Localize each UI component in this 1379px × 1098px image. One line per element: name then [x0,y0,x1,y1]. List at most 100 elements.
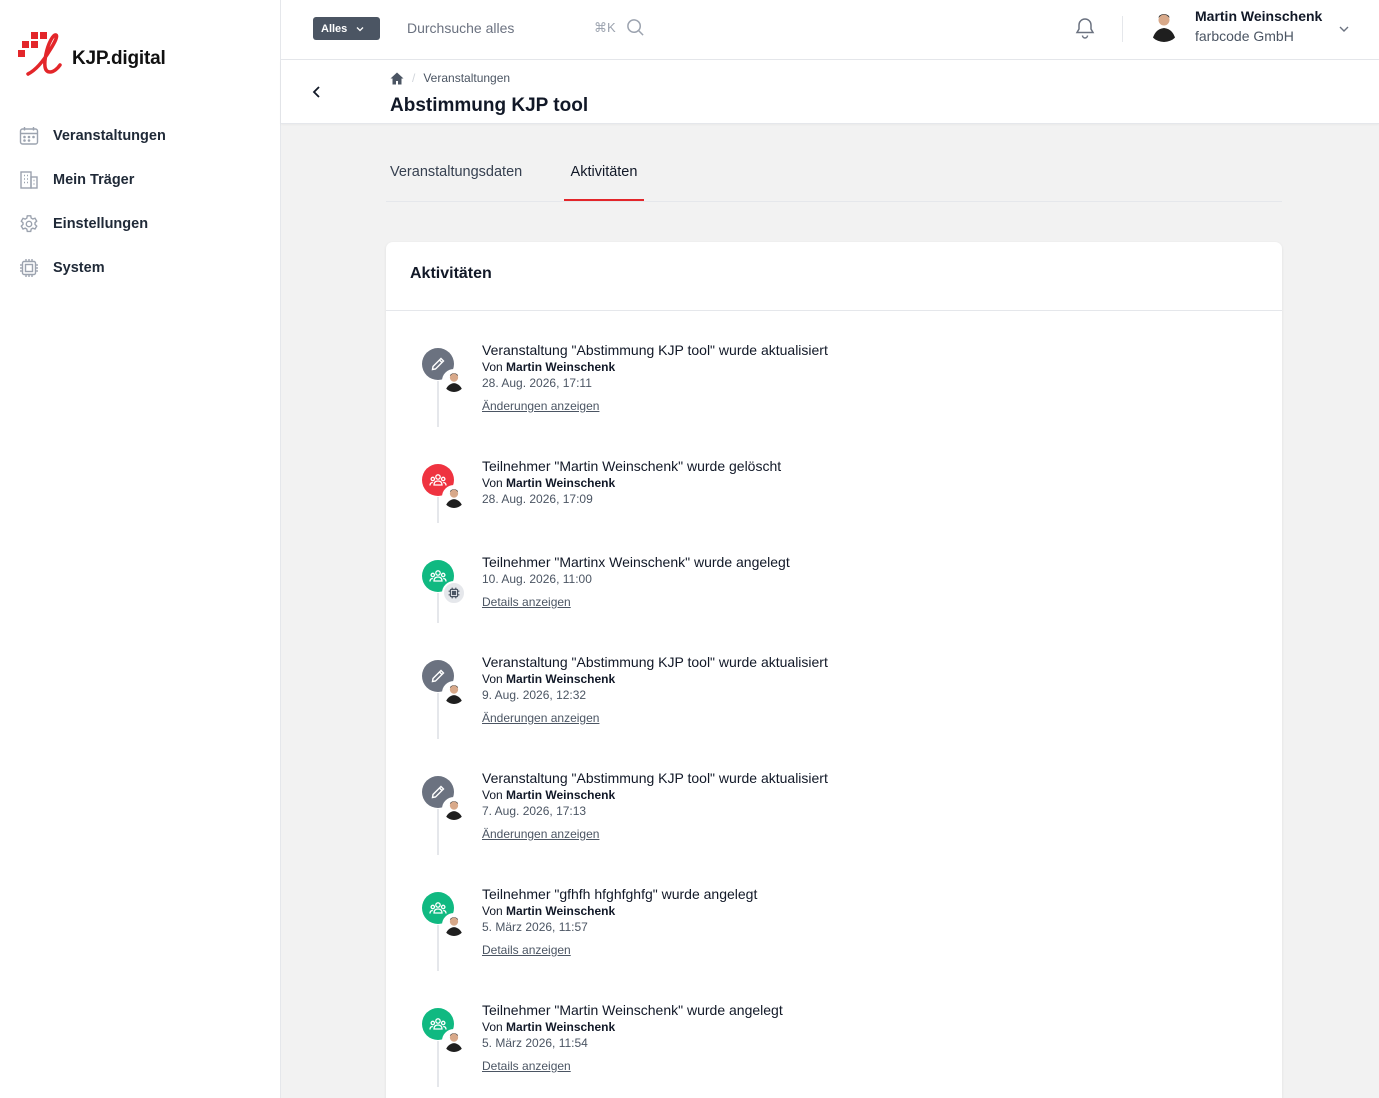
activity-title: Teilnehmer "Martin Weinschenk" wurde gel… [482,458,782,474]
activity-title: Teilnehmer "Martinx Weinschenk" wurde an… [482,554,790,570]
sidebar-item-mein-traeger[interactable]: Mein Träger [0,158,280,202]
breadcrumb-separator: / [412,71,416,85]
activity-author-name: Martin Weinschenk [506,360,616,374]
brand-name: KJP.digital [72,48,166,69]
sidebar-item-einstellungen[interactable]: Einstellungen [0,202,280,246]
tab-bar: Veranstaltungsdaten Aktivitäten [386,150,1282,202]
actor-avatar [442,681,466,705]
activity-timestamp: 9. Aug. 2026, 12:32 [482,688,587,702]
activity-author-name: Martin Weinschenk [506,788,616,802]
activity-author-prefix: Von [482,788,503,802]
activity-author-name: Martin Weinschenk [506,672,616,686]
user-organization: farbcode GmbH [1195,28,1294,44]
actor-avatar [442,797,466,821]
page-title: Abstimmung KJP tool [390,95,589,116]
top-bar: Alles ⌘K Martin Weinschenk farbcode GmbH [281,0,1379,60]
show-changes-link[interactable]: Änderungen anzeigen [482,711,599,725]
home-icon[interactable] [390,72,404,85]
activity-title: Veranstaltung "Abstimmung KJP tool" wurd… [482,654,828,670]
activity-timestamp: 7. Aug. 2026, 17:13 [482,804,587,818]
activity-title: Veranstaltung "Abstimmung KJP tool" wurd… [482,342,828,358]
timeline-connector [437,693,439,739]
show-details-link[interactable]: Details anzeigen [482,1059,571,1073]
activity-author: Von Martin Weinschenk [482,787,828,803]
timeline-connector [437,809,439,855]
activity-timestamp: 5. März 2026, 11:54 [482,1036,588,1050]
activity-timestamp: 28. Aug. 2026, 17:11 [482,376,592,390]
activity-author: Von Martin Weinschenk [482,903,757,919]
brand-logo[interactable]: KJP.digital [18,32,166,78]
sidebar-item-veranstaltungen[interactable]: Veranstaltungen [0,114,280,158]
tab-veranstaltungsdaten[interactable]: Veranstaltungsdaten [390,164,522,194]
activity-author: Von Martin Weinschenk [482,1019,783,1035]
breadcrumb: / Veranstaltungen [390,71,510,85]
timeline-connector [437,593,439,623]
search-icon[interactable] [626,18,645,37]
chip-icon [20,259,38,277]
activity-timestamp: 10. Aug. 2026, 11:00 [482,572,592,586]
activity-item: Veranstaltung "Abstimmung KJP tool" wurd… [386,311,1282,427]
activity-title: Teilnehmer "Martin Weinschenk" wurde ang… [482,1002,783,1018]
timeline-connector [437,381,439,427]
activity-item: Teilnehmer "Martin Weinschenk" wurde ang… [386,971,1282,1087]
search-shortcut-hint: ⌘K [594,20,616,35]
calendar-icon [19,127,39,145]
chevron-down-icon[interactable] [1337,22,1351,36]
user-avatar[interactable] [1148,10,1180,42]
sidebar-item-system[interactable]: System [0,246,280,290]
chevron-down-icon [356,26,364,31]
tab-aktivitaeten[interactable]: Aktivitäten [564,164,644,194]
back-arrow-icon[interactable] [309,84,325,100]
timeline-connector [437,1041,439,1087]
page-header: / Veranstaltungen Abstimmung KJP tool [281,60,1379,124]
actor-avatar [442,485,466,509]
activity-content: Teilnehmer "Martinx Weinschenk" wurde an… [482,553,790,611]
activity-author: Von Martin Weinschenk [482,475,781,491]
activity-content: Teilnehmer "gfhfh hfghfghfg" wurde angel… [482,885,757,959]
activities-card: Aktivitäten Veranstaltung "Abstimmung KJ… [386,242,1282,1098]
actor-avatar [442,913,466,937]
show-changes-link[interactable]: Änderungen anzeigen [482,399,599,413]
activity-item: Teilnehmer "Martin Weinschenk" wurde gel… [386,427,1282,523]
activity-author: Von Martin Weinschenk [482,671,828,687]
search-scope-label: Alles [321,22,348,35]
show-changes-link[interactable]: Änderungen anzeigen [482,827,599,841]
activity-author: Von Martin Weinschenk [482,359,828,375]
activity-content: Veranstaltung "Abstimmung KJP tool" wurd… [482,769,828,843]
sidebar-item-label: Mein Träger [53,172,135,188]
show-details-link[interactable]: Details anzeigen [482,943,571,957]
timeline-connector [437,497,439,523]
actor-avatar [442,369,466,393]
brand-logo-mark [18,32,70,78]
user-name[interactable]: Martin Weinschenk [1195,8,1322,24]
sidebar-item-label: Veranstaltungen [53,128,166,144]
activity-author-prefix: Von [482,476,503,490]
activity-item: Veranstaltung "Abstimmung KJP tool" wurd… [386,739,1282,855]
card-title: Aktivitäten [410,265,492,282]
notifications-bell-icon[interactable] [1075,17,1095,39]
breadcrumb-item[interactable]: Veranstaltungen [423,71,510,85]
sidebar-item-label: Einstellungen [53,216,149,232]
activity-author-name: Martin Weinschenk [506,904,616,918]
activity-item: Teilnehmer "gfhfh hfghfghfg" wurde angel… [386,855,1282,971]
activity-timestamp: 28. Aug. 2026, 17:09 [482,492,593,506]
activity-author-name: Martin Weinschenk [506,1020,616,1034]
show-details-link[interactable]: Details anzeigen [482,595,571,609]
building-icon [20,171,38,189]
divider [1122,16,1123,42]
activity-content: Veranstaltung "Abstimmung KJP tool" wurd… [482,653,828,727]
card-header: Aktivitäten [386,242,1282,311]
activity-title: Teilnehmer "gfhfh hfghfghfg" wurde angel… [482,886,758,902]
activity-author-prefix: Von [482,360,503,374]
sidebar-item-label: System [53,260,105,276]
actor-avatar [442,1029,466,1053]
sidebar-nav: Veranstaltungen Mein Träger Einstellunge… [0,114,280,290]
search-input[interactable] [399,14,579,42]
sidebar: KJP.digital Veranstaltungen Mein Träger … [0,0,281,1098]
activity-author-prefix: Von [482,672,503,686]
activity-title: Veranstaltung "Abstimmung KJP tool" wurd… [482,770,828,786]
activity-item: Teilnehmer "Martinx Weinschenk" wurde an… [386,523,1282,623]
gear-icon [20,215,38,233]
search-scope-dropdown[interactable]: Alles [313,17,380,40]
activity-item: Veranstaltung "Abstimmung KJP tool" wurd… [386,623,1282,739]
